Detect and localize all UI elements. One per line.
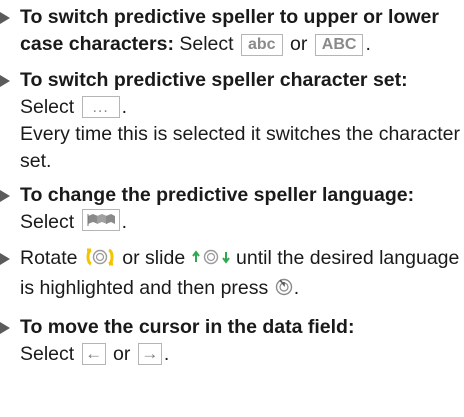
item-instruction: Select xyxy=(20,343,75,365)
bullet-triangle-icon xyxy=(0,322,10,334)
item-heading: To switch predictive speller character s… xyxy=(20,69,408,91)
item-end: . xyxy=(121,96,128,118)
item-end: . xyxy=(293,277,300,299)
item-instruction-line: Select ← or →. xyxy=(20,341,464,368)
flag-language-icon xyxy=(81,209,120,231)
item-instruction: Rotate xyxy=(20,247,78,269)
list-item: To move the cursor in the data field: Se… xyxy=(0,314,464,368)
item-connector: or xyxy=(113,343,131,365)
item-text: To switch predictive speller to upper or… xyxy=(20,4,464,58)
item-end: . xyxy=(163,343,170,365)
list-item: To change the predictive speller languag… xyxy=(0,182,464,236)
rotate-controller-icon xyxy=(83,247,117,275)
item-text: To switch predictive speller character s… xyxy=(20,67,464,175)
lowercase-key: abc xyxy=(241,34,283,56)
list-item: To switch predictive speller to upper or… xyxy=(0,4,464,58)
instruction-list: To switch predictive speller to upper or… xyxy=(0,4,464,377)
item-end: . xyxy=(365,33,371,55)
item-text: To move the cursor in the data field: Se… xyxy=(20,314,464,368)
item-instruction: Select xyxy=(20,96,75,118)
bullet-triangle-icon xyxy=(0,190,10,202)
item-end: . xyxy=(121,211,128,233)
bullet-triangle-icon xyxy=(0,75,10,87)
item-instruction: Select xyxy=(20,211,75,233)
cursor-left-key: ← xyxy=(81,343,106,365)
slide-controller-icon xyxy=(191,247,231,275)
item-text: To change the predictive speller languag… xyxy=(20,182,464,236)
list-item: To switch predictive speller character s… xyxy=(0,67,464,175)
character-set-key: ... xyxy=(81,96,120,118)
item-heading: To change the predictive speller languag… xyxy=(20,184,415,206)
cursor-right-key: → xyxy=(137,343,162,365)
item-connector: or xyxy=(290,33,308,55)
press-controller-icon xyxy=(274,277,294,305)
item-text: Rotate or slide until the desired langua… xyxy=(20,245,464,305)
bullet-triangle-icon xyxy=(0,12,10,24)
item-instruction: Select xyxy=(179,33,234,55)
item-heading: To move the cursor in the data field: xyxy=(20,316,355,338)
uppercase-key: ABC xyxy=(314,34,364,56)
list-item: Rotate or slide until the desired langua… xyxy=(0,245,464,305)
item-connector: or slide xyxy=(122,247,186,269)
item-note: Every time this is selected it switches … xyxy=(20,123,460,172)
bullet-triangle-icon xyxy=(0,253,10,265)
